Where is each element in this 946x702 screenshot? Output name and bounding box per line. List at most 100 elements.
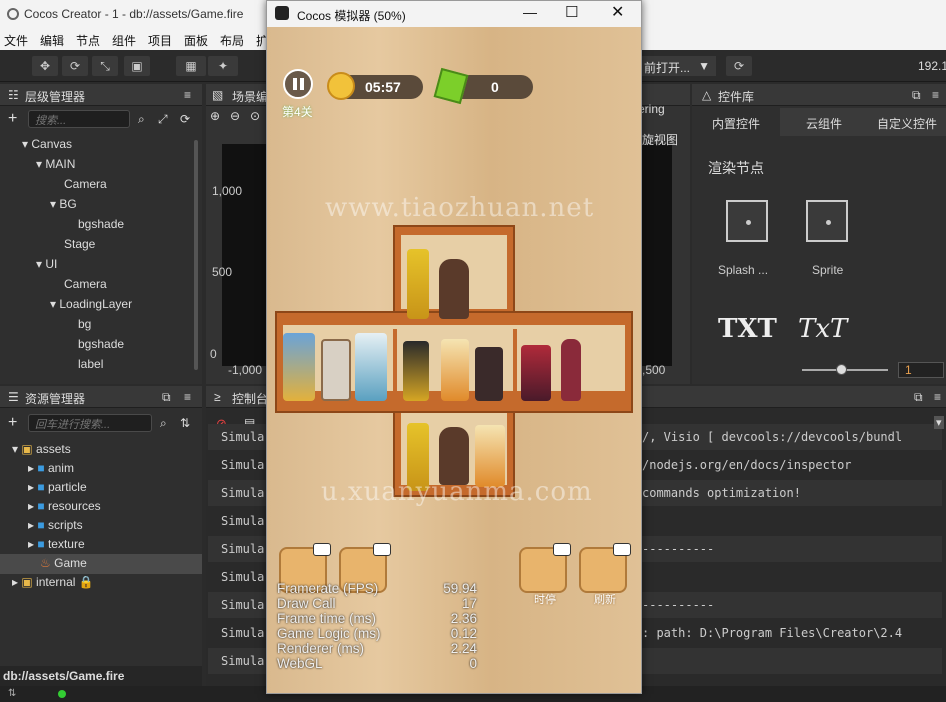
tab-custom[interactable]: 自定义控件 bbox=[868, 108, 946, 136]
local-icon[interactable]: ▦ bbox=[176, 56, 206, 76]
section-title: 渲染节点 bbox=[708, 160, 764, 176]
asset-path: db://assets/Game.fire bbox=[0, 666, 202, 686]
window-title: Cocos Creator - 1 - db://assets/Game.fir… bbox=[24, 7, 244, 21]
can-item[interactable] bbox=[403, 341, 429, 401]
hierarchy-header: ☷ 层级管理器 ≡ bbox=[0, 84, 202, 106]
console-line-text: /, Visio [ devcools://devcools/bundl bbox=[642, 430, 903, 444]
sprite-icon[interactable] bbox=[806, 200, 848, 242]
menu-node[interactable]: 节点 bbox=[76, 32, 100, 49]
add-asset-icon[interactable]: + bbox=[8, 414, 17, 432]
menu-project[interactable]: 项目 bbox=[148, 32, 172, 49]
tree-item-stage[interactable]: Stage bbox=[64, 237, 95, 251]
move-tool-icon[interactable]: ✥ bbox=[32, 56, 58, 76]
zoom-out-icon[interactable]: ⊖ bbox=[230, 109, 240, 123]
asset-item-anim[interactable]: ▸ ■ anim bbox=[28, 461, 74, 475]
db-icon: ▣ bbox=[21, 575, 33, 589]
assets-search-input[interactable]: 回车进行搜索... bbox=[28, 414, 152, 432]
slider-handle[interactable] bbox=[836, 364, 847, 375]
popout-icon[interactable]: ⧉ bbox=[912, 88, 921, 103]
splash-icon[interactable] bbox=[726, 200, 768, 242]
add-node-icon[interactable]: + bbox=[8, 110, 17, 128]
scene-viewport-right[interactable] bbox=[642, 144, 672, 366]
hierarchy-title: 层级管理器 bbox=[25, 90, 86, 104]
asset-item-internal[interactable]: ▸ ▣ internal 🔒 bbox=[12, 575, 94, 589]
tree-item-loadinglayer[interactable]: ▾ LoadingLayer bbox=[50, 297, 132, 311]
sort-icon[interactable]: ⇅ bbox=[180, 416, 190, 430]
tree-item-bg[interactable]: ▾ BG bbox=[50, 197, 77, 211]
tab-builtin[interactable]: 内置控件 bbox=[692, 108, 780, 136]
stat-row: Renderer (ms) 2.24 bbox=[277, 641, 477, 656]
maximize-icon[interactable]: ☐ bbox=[565, 3, 578, 21]
papaya-carton-item[interactable] bbox=[441, 339, 469, 401]
asset-label: resources bbox=[47, 499, 101, 513]
label-icon[interactable]: TXT bbox=[718, 314, 777, 344]
scene-viewport[interactable] bbox=[222, 144, 266, 366]
scrollbar[interactable] bbox=[194, 140, 198, 370]
asset-item-resources[interactable]: ▸ ■ resources bbox=[28, 499, 101, 513]
rect-tool-icon[interactable]: ▣ bbox=[124, 56, 150, 76]
richtext-icon[interactable]: TxT bbox=[798, 314, 847, 344]
console-line-prefix: Simula bbox=[221, 654, 265, 668]
minimize-icon[interactable]: — bbox=[523, 4, 537, 20]
popout-icon[interactable]: ⧉ bbox=[914, 390, 923, 405]
menu-edit[interactable]: 编辑 bbox=[40, 32, 64, 49]
zoom-in-icon[interactable]: ⊕ bbox=[210, 109, 220, 123]
timer-value: 05:57 bbox=[365, 79, 401, 95]
refresh-icon[interactable]: ⟳ bbox=[726, 56, 752, 76]
search-icon[interactable]: ⌕ bbox=[160, 416, 167, 431]
tree-item-bgshade[interactable]: bgshade bbox=[78, 337, 124, 351]
energy-can-item[interactable] bbox=[521, 345, 551, 401]
dropdown-icon[interactable]: ▾ bbox=[934, 416, 944, 429]
menu-component[interactable]: 组件 bbox=[112, 32, 136, 49]
open-browser-select[interactable]: 前打开... ▼ bbox=[640, 56, 716, 76]
tree-item-bgshade[interactable]: bgshade bbox=[78, 217, 124, 231]
rotate-tool-icon[interactable]: ⟳ bbox=[62, 56, 88, 76]
zoom-reset-icon[interactable]: ⊙ bbox=[250, 109, 260, 123]
milk-carton-item[interactable] bbox=[283, 333, 315, 401]
global-icon[interactable]: ✦ bbox=[208, 56, 238, 76]
collapse-icon[interactable]: ⤢ bbox=[158, 112, 168, 127]
candy-jar-item[interactable] bbox=[321, 339, 351, 401]
milk-carton-item[interactable] bbox=[355, 333, 387, 401]
refresh-button[interactable]: 刷新 bbox=[579, 543, 631, 606]
tree-item-canvas[interactable]: ▾ Canvas bbox=[22, 137, 72, 151]
tree-item-label[interactable]: label bbox=[78, 357, 103, 371]
time-stop-button[interactable]: 时停 bbox=[519, 543, 571, 606]
game-canvas[interactable]: 第4关 05:57 0 www.tiaozhuan.net u.xuanyuan… bbox=[267, 27, 641, 693]
can-item[interactable] bbox=[475, 347, 503, 401]
hierarchy-search-input[interactable]: 搜索... bbox=[28, 110, 130, 128]
tree-item-main[interactable]: ▾ MAIN bbox=[36, 157, 75, 171]
asset-item-game[interactable]: ♨ Game bbox=[0, 554, 202, 574]
tree-item-bg[interactable]: bg bbox=[78, 317, 91, 331]
asset-item-assets[interactable]: ▾ ▣ assets bbox=[12, 442, 71, 456]
splash-label: Splash ... bbox=[718, 263, 769, 277]
menu-layout[interactable]: 布局 bbox=[220, 32, 244, 49]
panel-menu-icon[interactable]: ≡ bbox=[932, 88, 939, 102]
pause-button[interactable] bbox=[283, 69, 313, 99]
menu-file[interactable]: 文件 bbox=[4, 32, 28, 49]
search-icon[interactable]: ⌕ bbox=[138, 112, 145, 127]
asset-item-scripts[interactable]: ▸ ■ scripts bbox=[28, 518, 83, 532]
panel-menu-icon[interactable]: ≡ bbox=[184, 88, 191, 102]
tree-item-camera[interactable]: Camera bbox=[64, 177, 107, 191]
ice-cream-item[interactable] bbox=[439, 259, 469, 319]
zoom-value-input[interactable]: 1 bbox=[898, 362, 944, 378]
popout-icon[interactable]: ⧉ bbox=[162, 390, 171, 405]
juice-bottle-item[interactable] bbox=[407, 249, 429, 319]
score-bar: 0 bbox=[433, 67, 533, 105]
scale-tool-icon[interactable]: ⤡ bbox=[92, 56, 118, 76]
refresh-icon[interactable]: ⟳ bbox=[180, 112, 190, 126]
hierarchy-panel: ☷ 层级管理器 ≡ + 搜索... ⌕ ⤢ ⟳ ▾ Canvas ▾ MAIN … bbox=[0, 84, 202, 384]
tree-label: UI bbox=[45, 257, 58, 271]
close-icon[interactable]: ✕ bbox=[611, 2, 624, 22]
tree-item-camera[interactable]: Camera bbox=[64, 277, 107, 291]
tab-cloud[interactable]: 云组件 bbox=[780, 108, 868, 136]
asset-item-particle[interactable]: ▸ ■ particle bbox=[28, 480, 87, 494]
tree-item-ui[interactable]: ▾ UI bbox=[36, 257, 57, 271]
asset-item-texture[interactable]: ▸ ■ texture bbox=[28, 537, 85, 551]
bottle-item[interactable] bbox=[561, 339, 581, 401]
panel-menu-icon[interactable]: ≡ bbox=[184, 390, 191, 404]
console-line-prefix: Simula bbox=[221, 626, 265, 640]
menu-panel[interactable]: 面板 bbox=[184, 32, 208, 49]
panel-menu-icon[interactable]: ≡ bbox=[934, 390, 941, 404]
